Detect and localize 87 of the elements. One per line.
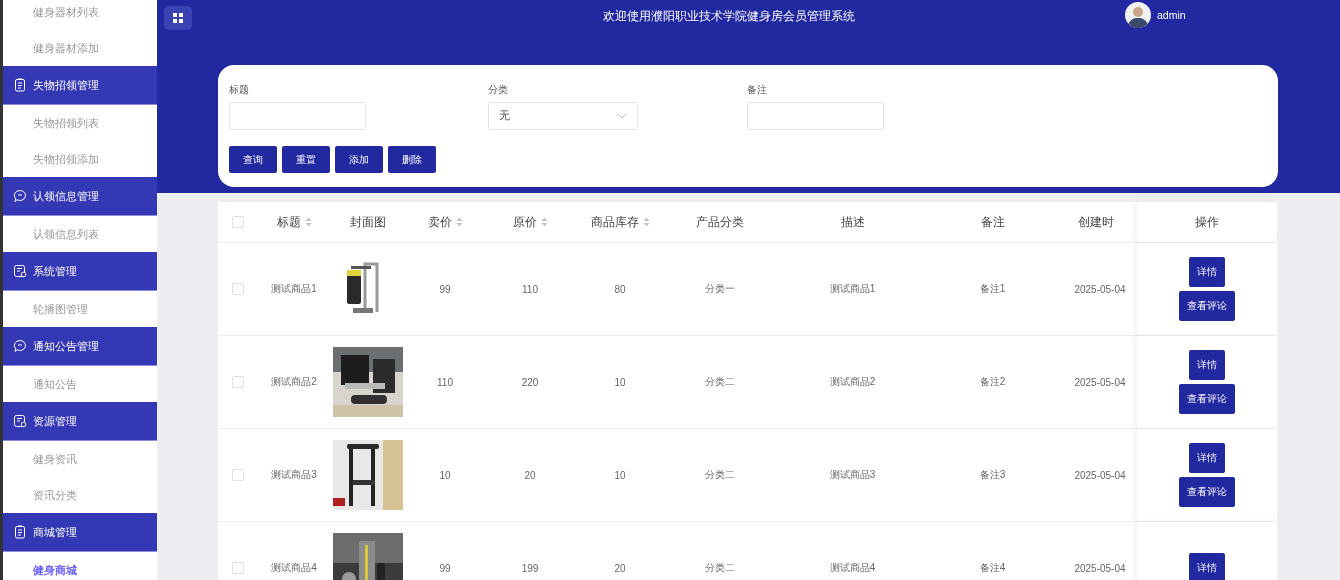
table-cell: 备注3 — [979, 468, 1006, 482]
table-cell: 2025-05-04 — [1074, 562, 1126, 574]
column-header: 描述 — [840, 214, 865, 230]
row-action-button[interactable]: 详情 — [1189, 257, 1225, 287]
form-icon — [13, 414, 27, 428]
field-label: 备注 — [747, 83, 768, 96]
form-icon — [13, 264, 27, 278]
menu-group[interactable]: 认领信息管理 — [3, 177, 157, 216]
menu-item[interactable]: 健身商城 — [3, 552, 157, 580]
row-action-button[interactable]: 详情 — [1189, 350, 1225, 380]
table-cell: 测试商品3 — [829, 468, 876, 482]
table-cell: 2025-05-04 — [1074, 376, 1126, 388]
input-field[interactable] — [229, 102, 366, 130]
grid-icon — [173, 13, 183, 23]
table-cell: 备注1 — [979, 282, 1006, 296]
sort-icon[interactable] — [642, 217, 650, 227]
row-action-button[interactable]: 查看评论 — [1179, 477, 1235, 507]
checkbox[interactable] — [232, 283, 244, 295]
table-cell: 80 — [614, 283, 626, 295]
chat-bubble-icon — [13, 339, 27, 353]
table-cell: 备注2 — [979, 375, 1006, 389]
table-cell: 分类二 — [705, 561, 735, 575]
table-cell: 测试商品4 — [829, 561, 876, 575]
checkbox[interactable] — [232, 562, 244, 574]
menu-group[interactable]: 通知公告管理 — [3, 327, 157, 366]
header-title: 欢迎使用濮阳职业技术学院健身房会员管理系统 — [603, 9, 855, 24]
avatar-icon[interactable] — [1125, 2, 1151, 28]
chevron-down-icon — [617, 113, 627, 119]
select-field[interactable]: 无 — [488, 102, 638, 130]
column-header: 商品库存 — [590, 214, 639, 230]
table-cell: 备注4 — [979, 561, 1006, 575]
table-cell: 10 — [614, 376, 626, 388]
column-header: 卖价 — [427, 214, 452, 230]
table-cell: 测试商品4 — [271, 561, 317, 575]
table-cell: 测试商品2 — [829, 375, 876, 389]
table-cell: 220 — [521, 376, 539, 388]
menu-group[interactable]: 失物招领管理 — [3, 66, 157, 105]
column-header: 备注 — [980, 214, 1005, 230]
table-cell: 分类二 — [705, 375, 735, 389]
table-cell: 2025-05-04 — [1074, 283, 1126, 295]
table-cell: 2025-05-04 — [1074, 469, 1126, 481]
table-cell: 20 — [614, 562, 626, 574]
action-button[interactable]: 添加 — [335, 146, 383, 173]
table-cell: 测试商品3 — [271, 468, 317, 482]
row-action-button[interactable]: 详情 — [1189, 443, 1225, 473]
table-cell: 10 — [614, 469, 626, 481]
table-cell: 分类一 — [705, 282, 735, 296]
sort-icon[interactable] — [304, 217, 312, 227]
chat-bubble-icon — [13, 189, 27, 203]
input-field[interactable] — [747, 102, 884, 130]
sort-icon[interactable] — [540, 217, 548, 227]
row-action-button[interactable]: 查看评论 — [1179, 384, 1235, 414]
table-cell: 分类二 — [705, 468, 735, 482]
menu-group[interactable]: 商城管理 — [3, 513, 157, 552]
sort-icon[interactable] — [455, 217, 463, 227]
checkbox[interactable] — [232, 216, 244, 228]
clipboard-icon — [13, 78, 27, 92]
row-action-button[interactable]: 查看评论 — [1179, 291, 1235, 321]
table-cell: 测试商品1 — [271, 282, 317, 296]
menu-toggle-button[interactable] — [164, 6, 192, 30]
field-label: 标题 — [229, 83, 250, 96]
action-button[interactable]: 查询 — [229, 146, 277, 173]
table-cell: 测试商品1 — [829, 282, 876, 296]
column-header: 操作 — [1195, 214, 1219, 230]
menu-group[interactable]: 资源管理 — [3, 402, 157, 441]
field-label: 分类 — [488, 83, 509, 96]
column-header: 标题 — [276, 214, 301, 230]
table-cell: 99 — [439, 283, 451, 295]
table-cell: 110 — [522, 283, 538, 295]
table-cell: 99 — [439, 562, 451, 574]
column-header: 创建时 — [1078, 214, 1114, 230]
column-header: 原价 — [512, 214, 537, 230]
checkbox[interactable] — [232, 469, 244, 481]
table-cell: 199 — [521, 562, 539, 574]
row-action-button[interactable]: 详情 — [1189, 553, 1225, 580]
column-header: 封面图 — [349, 214, 386, 230]
action-button[interactable]: 删除 — [388, 146, 436, 173]
clipboard-icon — [13, 525, 27, 539]
table-cell: 10 — [439, 469, 451, 481]
checkbox[interactable] — [232, 376, 244, 388]
menu-group[interactable]: 系统管理 — [3, 252, 157, 291]
table-cell: 110 — [437, 376, 453, 388]
table-cell: 测试商品2 — [271, 375, 317, 389]
table-cell: 20 — [524, 469, 536, 481]
action-button[interactable]: 重置 — [282, 146, 330, 173]
username[interactable]: admin — [1157, 9, 1186, 21]
column-header: 产品分类 — [696, 214, 744, 230]
